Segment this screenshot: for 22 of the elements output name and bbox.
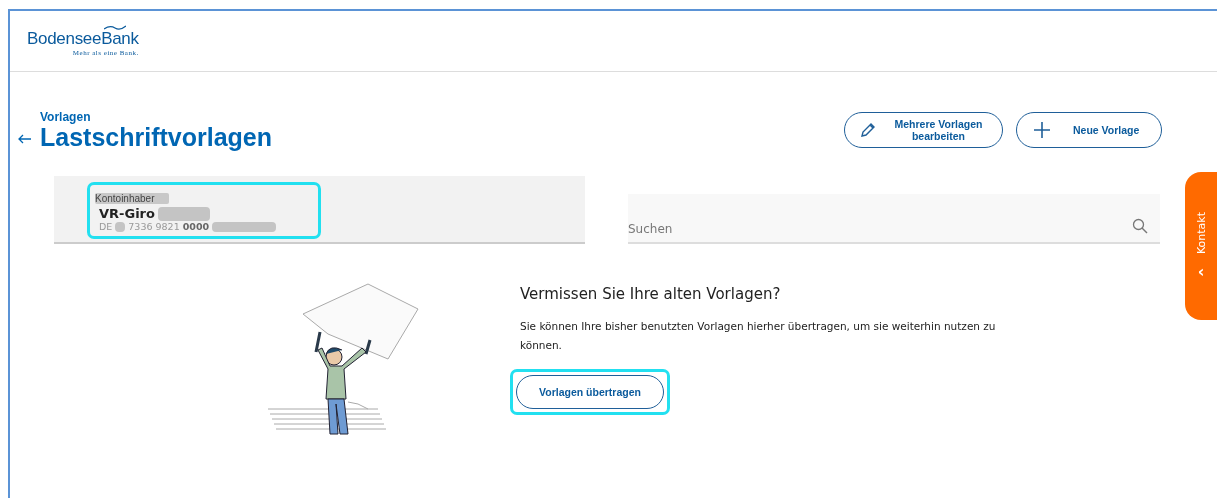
plus-icon xyxy=(1033,121,1051,140)
back-arrow-icon[interactable] xyxy=(18,134,32,145)
page-title: Lastschriftvorlagen xyxy=(40,124,272,151)
redacted-block xyxy=(157,206,210,221)
empty-state-heading: Vermissen Sie Ihre alten Vorlagen? xyxy=(520,285,782,304)
account-selector[interactable]: Kontoinhaber VR-Giro DE 7336 9821 0000 xyxy=(54,176,585,245)
redacted-block xyxy=(212,221,277,232)
pencil-icon xyxy=(859,121,877,140)
redacted-block xyxy=(115,221,126,232)
search-icon[interactable] xyxy=(1132,218,1148,235)
edit-button[interactable]: Mehrere Vorlagen bearbeiten xyxy=(844,112,1003,149)
add-button[interactable]: Neue Vorlage xyxy=(1016,112,1162,149)
search-field[interactable]: Suchen xyxy=(628,194,1160,245)
logo-text[interactable]: BodenseeBank xyxy=(27,25,139,49)
owner-label: Kontoinhaber xyxy=(95,193,169,205)
iban-prefix: DE xyxy=(99,221,113,233)
breadcrumb[interactable]: Vorlagen xyxy=(40,110,272,124)
account-name: VR-Giro xyxy=(99,206,155,222)
wave-logo-icon xyxy=(104,25,126,30)
transfer-button[interactable]: Vorlagen übertragen xyxy=(516,375,664,410)
empty-state-text: Sie können Ihre bisher benutzten Vorlagen hierher übertragen, um sie weiterhin nutzen zu können. xyxy=(520,319,997,354)
iban-text: 7336 9821 0000 xyxy=(128,221,210,233)
